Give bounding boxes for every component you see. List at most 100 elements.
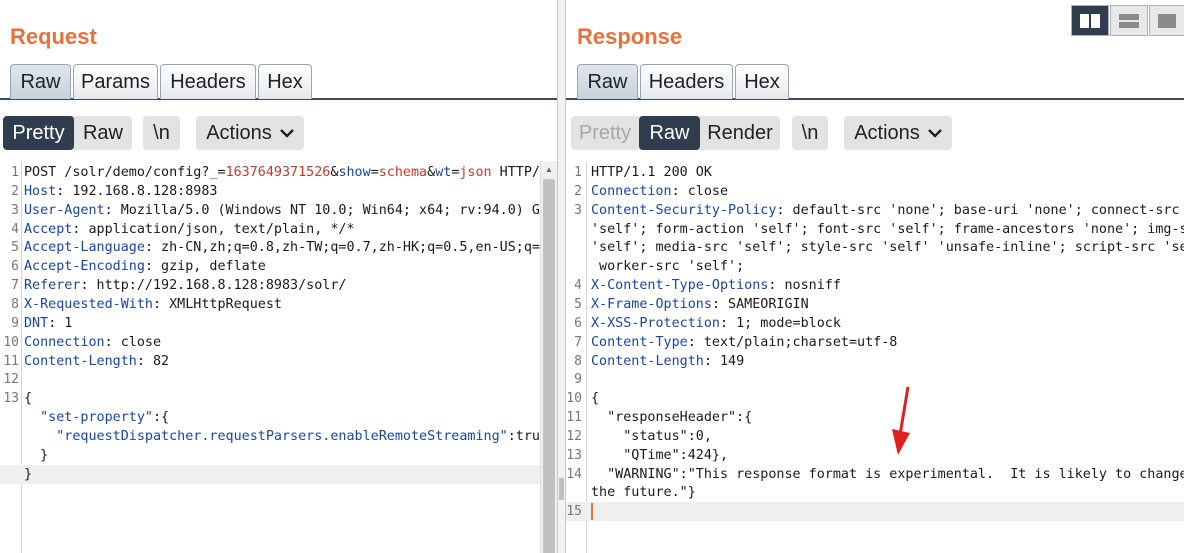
line-number: 2 xyxy=(574,183,582,199)
response-code-line[interactable]: 9 xyxy=(566,370,1184,389)
request-tab-hex[interactable]: Hex xyxy=(258,64,312,99)
response-code-line[interactable]: the future."} xyxy=(566,483,1184,502)
code-text: "responseHeader":{ xyxy=(591,408,752,427)
request-scroll-thumb[interactable] xyxy=(543,179,555,553)
code-text: worker-src 'self'; xyxy=(591,257,744,276)
response-editor[interactable]: 1 HTTP/1.1 200 OK 2 Connection: close 3 Conte… xyxy=(566,161,1184,553)
response-tab-hex[interactable]: Hex xyxy=(735,64,789,99)
divider-handle[interactable] xyxy=(559,478,564,500)
code-text: } xyxy=(24,465,32,484)
response-code-line[interactable]: 2 Connection: close xyxy=(566,182,1184,201)
response-code-line[interactable]: 'self'; form-action 'self'; font-src 'se… xyxy=(566,220,1184,239)
header-key: _ xyxy=(209,165,218,180)
response-code-line[interactable]: 6 X-XSS-Protection: 1; mode=block xyxy=(566,314,1184,333)
request-code-line[interactable]: 4 Accept: application/json, text/plain, *… xyxy=(0,220,557,239)
code-token: 'self'; form-action 'self'; font-src 'se… xyxy=(591,221,1184,237)
code-token: = xyxy=(370,165,379,180)
code-token: : application/json, text/plain, */* xyxy=(72,221,355,237)
line-number: 6 xyxy=(11,259,19,275)
request-tab-headers[interactable]: Headers xyxy=(160,64,256,99)
code-token: "QTime":424}, xyxy=(591,447,729,463)
request-title: Request xyxy=(10,24,97,49)
side-by-side-layout-icon[interactable] xyxy=(1071,5,1109,36)
single-pane-layout-icon[interactable] xyxy=(1149,5,1184,36)
line-number: 5 xyxy=(11,240,19,256)
response-code-line[interactable]: 12 "status":0, xyxy=(566,427,1184,446)
request-code-line[interactable]: 1 POST /solr/demo/config?_=1637649371526&… xyxy=(0,163,557,182)
request-code-line[interactable]: 8 X-Requested-With: XMLHttpRequest xyxy=(0,295,557,314)
response-code-line[interactable]: 15 xyxy=(566,502,1184,522)
response-code-line[interactable]: 5 X-Frame-Options: SAMEORIGIN xyxy=(566,295,1184,314)
request-scrollbar[interactable]: ▲ xyxy=(540,161,557,553)
response-code-line[interactable]: 8 Content-Length: 149 xyxy=(566,352,1184,371)
request-code-line[interactable]: 6 Accept-Encoding: gzip, deflate xyxy=(0,257,557,276)
response-code-line[interactable]: worker-src 'self'; xyxy=(566,257,1184,276)
param-value: schema xyxy=(378,165,428,180)
request-code-line[interactable]: 3 User-Agent: Mozilla/5.0 (Windows NT 10.… xyxy=(0,201,557,220)
request-editor[interactable]: 1 POST /solr/demo/config?_=1637649371526&… xyxy=(0,161,557,553)
header-key: X-XSS-Protection xyxy=(591,315,720,331)
request-pretty-button[interactable]: Pretty xyxy=(3,116,74,150)
request-code-line[interactable]: 12 xyxy=(0,370,557,389)
request-code-line[interactable]: "set-property":{ xyxy=(0,408,557,427)
pane-divider[interactable] xyxy=(557,0,566,553)
line-number: 1 xyxy=(574,165,582,180)
response-code-line[interactable]: 13 "QTime":424}, xyxy=(566,446,1184,465)
code-text: "set-property":{ xyxy=(24,408,169,427)
code-text: User-Agent: Mozilla/5.0 (Windows NT 10.0… xyxy=(24,201,557,220)
response-code-line[interactable]: 4 X-Content-Type-Options: nosniff xyxy=(566,276,1184,295)
header-key: Content-Length xyxy=(24,353,137,369)
code-token: : 82 xyxy=(136,353,170,369)
response-code-line[interactable]: 3 Content-Security-Policy: default-src 'n… xyxy=(566,201,1184,220)
response-tab-headers[interactable]: Headers xyxy=(640,64,733,99)
response-render-button[interactable]: Render xyxy=(700,116,780,150)
request-raw-button[interactable]: Raw xyxy=(74,116,132,150)
response-actions-button[interactable]: Actions xyxy=(844,116,952,150)
line-number: 4 xyxy=(11,221,19,237)
code-token: = xyxy=(217,165,226,180)
code-text: Content-Security-Policy: default-src 'no… xyxy=(591,201,1180,220)
request-code-line[interactable]: 7 Referer: http://192.168.8.128:8983/solr… xyxy=(0,276,557,295)
response-raw-button[interactable]: Raw xyxy=(639,116,700,150)
request-code-line[interactable]: 13 { xyxy=(0,389,557,408)
response-code-line[interactable]: 10 { xyxy=(566,389,1184,408)
request-code-line[interactable]: } xyxy=(0,464,557,484)
response-newline-button[interactable]: \n xyxy=(792,116,828,150)
request-actions-button[interactable]: Actions xyxy=(196,116,304,150)
response-title: Response xyxy=(577,24,683,49)
stacked-layout-icon[interactable] xyxy=(1110,5,1148,36)
request-code-line[interactable]: "requestDispatcher.requestParsers.enable… xyxy=(0,427,557,446)
code-token: "WARNING":"This response format is exper… xyxy=(591,466,1184,482)
code-token: } xyxy=(24,466,33,482)
request-code-line[interactable]: 11 Content-Length: 82 xyxy=(0,352,557,371)
line-number: 6 xyxy=(574,315,582,331)
response-tab-raw[interactable]: Raw xyxy=(577,64,638,99)
code-token: 'self'; media-src 'self'; style-src 'sel… xyxy=(591,240,1184,256)
line-number: 2 xyxy=(11,183,19,199)
header-key: Accept xyxy=(24,221,73,237)
triangle-up-icon[interactable]: ▲ xyxy=(541,161,557,178)
response-code-line[interactable]: 1 HTTP/1.1 200 OK xyxy=(566,163,1184,182)
request-newline-button[interactable]: \n xyxy=(143,116,180,150)
line-number: 12 xyxy=(3,372,19,388)
request-code-line[interactable]: 10 Connection: close xyxy=(0,333,557,352)
line-number: 7 xyxy=(11,278,19,294)
code-text: POST /solr/demo/config?_=1637649371526&s… xyxy=(24,163,557,182)
request-code-line[interactable]: 9 DNT: 1 xyxy=(0,314,557,333)
response-pretty-button[interactable]: Pretty xyxy=(571,116,639,150)
response-code-line[interactable]: 11 "responseHeader":{ xyxy=(566,408,1184,427)
response-code-line[interactable]: 14 "WARNING":"This response format is ex… xyxy=(566,465,1184,484)
header-key: Connection xyxy=(24,334,105,350)
code-token: } xyxy=(24,447,49,463)
response-code-line[interactable]: 7 Content-Type: text/plain;charset=utf-8 xyxy=(566,333,1184,352)
request-code-line[interactable]: 2 Host: 192.168.8.128:8983 xyxy=(0,182,557,201)
code-token: "requestDispatcher.requestParsers.enable… xyxy=(56,428,508,444)
response-code-line[interactable]: 'self'; media-src 'self'; style-src 'sel… xyxy=(566,238,1184,257)
request-code-line[interactable]: 5 Accept-Language: zh-CN,zh;q=0.8,zh-TW;q… xyxy=(0,238,557,257)
request-tab-params[interactable]: Params xyxy=(73,64,158,99)
request-tab-raw[interactable]: Raw xyxy=(10,64,71,99)
line-number: 13 xyxy=(566,447,582,463)
header-key: Content-Type xyxy=(591,334,688,350)
request-code-line[interactable]: } xyxy=(0,446,557,465)
code-token: : 192.168.8.128:8983 xyxy=(56,183,218,199)
